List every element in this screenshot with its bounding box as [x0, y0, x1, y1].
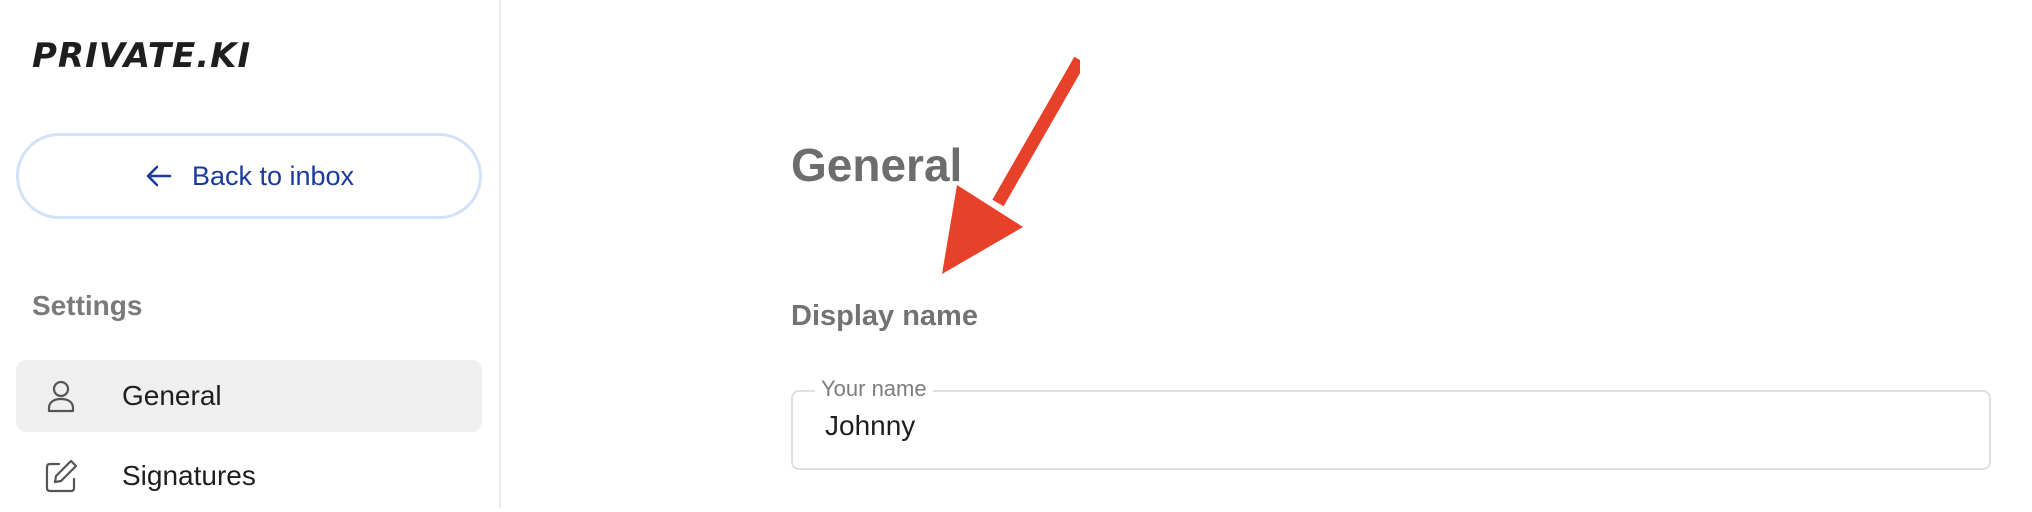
logo-text: PRIVATE.KI	[32, 36, 252, 76]
display-name-input[interactable]	[825, 410, 1925, 442]
back-to-inbox-button[interactable]: Back to inbox	[16, 133, 482, 219]
edit-icon	[42, 457, 80, 495]
settings-heading: Settings	[32, 290, 143, 321]
display-name-field[interactable]: Your name	[791, 376, 1991, 470]
back-to-inbox-label: Back to inbox	[191, 160, 355, 191]
sidebar-item-general[interactable]: General	[16, 360, 482, 432]
settings-content: General Display name Your name	[503, 0, 2032, 508]
sidebar-item-label: Signatures	[122, 460, 256, 491]
user-icon	[42, 377, 80, 415]
annotation-arrow-icon	[942, 56, 1080, 274]
brand-logo[interactable]: PRIVATE.KI	[32, 30, 251, 82]
display-name-field-label: Your name	[815, 376, 933, 402]
sidebar-item-signatures[interactable]: Signatures	[16, 440, 482, 512]
sidebar: PRIVATE.KI Back to inbox Settings Genera…	[0, 0, 501, 508]
display-name-heading: Display name	[791, 300, 978, 332]
page-title: General	[791, 139, 963, 191]
arrow-left-icon	[144, 161, 174, 191]
sidebar-item-label: General	[122, 380, 222, 411]
